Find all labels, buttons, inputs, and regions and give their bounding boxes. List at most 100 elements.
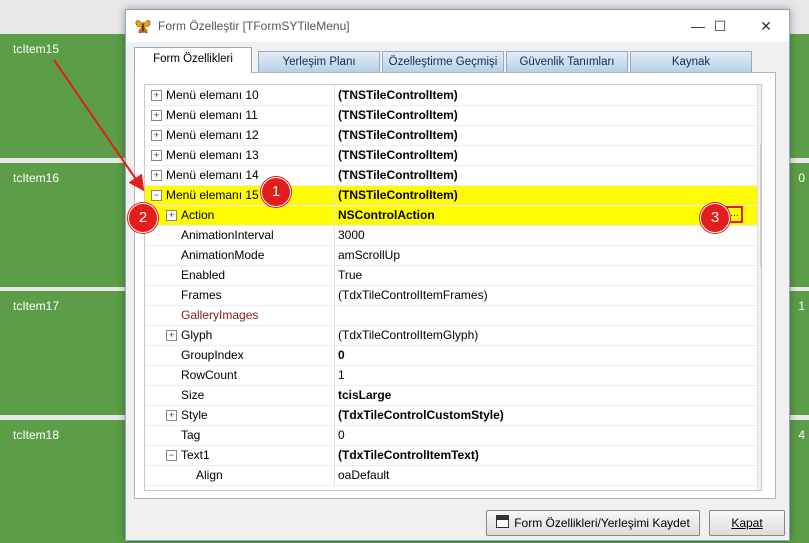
tab-form-properties[interactable]: Form Özellikleri [134, 47, 252, 73]
close-button[interactable]: Kapat [709, 510, 785, 536]
property-value[interactable]: 1 [338, 368, 345, 382]
property-name: Menü elemanı 11 [166, 108, 258, 122]
expand-icon[interactable]: + [151, 130, 162, 141]
property-row[interactable]: + Glyph (TdxTileControlItemGlyph) [145, 325, 761, 346]
property-row[interactable]: Frames (TdxTileControlItemFrames) [145, 285, 761, 306]
property-row[interactable]: Size tcisLarge [145, 385, 761, 406]
property-row[interactable]: GroupIndex 0 [145, 345, 761, 366]
property-value[interactable]: oaDefault [338, 468, 389, 482]
property-name: Action [181, 208, 215, 222]
scroll-thumb[interactable] [760, 143, 761, 267]
tab-source[interactable]: Kaynak [630, 51, 752, 72]
expand-icon[interactable]: + [151, 90, 162, 101]
column-divider [334, 465, 335, 485]
annotation-badge-2: 2 [128, 203, 158, 233]
annotation-badge-3: 3 [700, 203, 730, 233]
property-row[interactable]: Align oaDefault [145, 465, 761, 486]
tab-customization-history[interactable]: Özelleştirme Geçmişi [382, 51, 504, 72]
scroll-up-arrow-icon[interactable]: ▲ [758, 85, 761, 102]
property-name: Menü elemanı 12 [166, 128, 259, 142]
window-title: Form Özelleştir [TFormSYTileMenu] [158, 19, 350, 33]
tile-label: tcItem15 [13, 42, 60, 56]
tab-layout-plan[interactable]: Yerleşim Planı [258, 51, 380, 72]
property-value[interactable]: 3000 [338, 228, 365, 242]
column-divider [334, 245, 335, 265]
column-divider [334, 345, 335, 365]
maximize-button[interactable]: ☐ [704, 14, 736, 38]
property-value[interactable]: (TdxTileControlItemText) [338, 448, 479, 462]
property-row[interactable]: + Menü elemanı 14 (TNSTileControlItem) [145, 165, 761, 186]
property-name: GalleryImages [181, 308, 259, 322]
expand-icon[interactable]: + [166, 210, 177, 221]
property-row[interactable]: + Action NSControlAction ··· [145, 205, 761, 226]
column-divider [334, 405, 335, 425]
property-value[interactable]: (TNSTileControlItem) [338, 128, 458, 142]
property-value[interactable]: (TNSTileControlItem) [338, 148, 458, 162]
property-row[interactable]: + Menü elemanı 12 (TNSTileControlItem) [145, 125, 761, 146]
title-bar[interactable]: Form Özelleştir [TFormSYTileMenu] — ☐ ✕ [126, 10, 789, 42]
property-name: AnimationMode [181, 248, 265, 262]
property-name: Menü elemanı 10 [166, 88, 259, 102]
close-window-button[interactable]: ✕ [750, 14, 782, 38]
property-name: Align [196, 468, 223, 482]
close-button-label: Kapat [731, 516, 763, 530]
property-row[interactable]: Enabled True [145, 265, 761, 286]
expand-icon[interactable]: + [166, 410, 177, 421]
property-row[interactable]: RowCount 1 [145, 365, 761, 386]
property-name: AnimationInterval [181, 228, 274, 242]
property-grid[interactable]: Align oaDefault − Text1 (TdxTileControlItemT… [144, 84, 762, 491]
vertical-scrollbar[interactable]: ▲ ▼ [757, 85, 761, 490]
property-value[interactable]: (TNSTileControlItem) [338, 188, 458, 202]
property-name: Style [181, 408, 208, 422]
property-value[interactable]: 0 [338, 348, 345, 362]
property-name: Text1 [181, 448, 210, 462]
property-value[interactable]: (TdxTileControlItemGlyph) [338, 328, 478, 342]
property-name: Tag [181, 428, 201, 442]
property-value[interactable]: tcisLarge [338, 388, 391, 402]
form-properties-panel: Align oaDefault − Text1 (TdxTileControlItemT… [134, 72, 776, 499]
property-row[interactable]: + Menü elemanı 11 (TNSTileControlItem) [145, 105, 761, 126]
property-value[interactable]: amScrollUp [338, 248, 400, 262]
property-value[interactable]: (TdxTileControlItemFrames) [338, 288, 488, 302]
column-divider [334, 385, 335, 405]
annotation-badge-1: 1 [261, 177, 291, 207]
property-row[interactable]: GalleryImages [145, 305, 761, 326]
tab-security-definitions[interactable]: Güvenlik Tanımları [506, 51, 628, 72]
column-divider [334, 265, 335, 285]
property-row[interactable]: AnimationMode amScrollUp [145, 245, 761, 266]
column-divider [334, 445, 335, 465]
property-name: Glyph [181, 328, 213, 342]
property-name: Enabled [181, 268, 226, 282]
property-value[interactable]: True [338, 268, 362, 282]
tile-label: tcItem16 [13, 171, 60, 185]
expand-icon[interactable]: + [166, 330, 177, 341]
property-name: Size [181, 388, 205, 402]
expand-icon[interactable]: + [151, 110, 162, 121]
column-divider [334, 305, 335, 325]
property-row[interactable]: + Style (TdxTileControlCustomStyle) [145, 405, 761, 426]
property-name: Frames [181, 288, 222, 302]
property-value[interactable]: (TNSTileControlItem) [338, 168, 458, 182]
property-value[interactable]: 0 [338, 428, 345, 442]
column-divider [334, 285, 335, 305]
property-name: GroupIndex [181, 348, 244, 362]
column-divider [334, 85, 335, 105]
property-row[interactable]: − Text1 (TdxTileControlItemText) [145, 445, 761, 466]
property-value[interactable]: (TdxTileControlCustomStyle) [338, 408, 504, 422]
property-row[interactable]: Tag 0 [145, 425, 761, 446]
property-value[interactable]: (TNSTileControlItem) [338, 88, 458, 102]
property-name: Menü elemanı 15 [166, 188, 259, 202]
property-row[interactable]: + Menü elemanı 10 (TNSTileControlItem) [145, 85, 761, 106]
collapse-icon[interactable]: − [151, 190, 162, 201]
property-name: Menü elemanı 13 [166, 148, 259, 162]
expand-icon[interactable]: + [151, 170, 162, 181]
property-row[interactable]: AnimationInterval 3000 [145, 225, 761, 246]
collapse-icon[interactable]: − [166, 450, 177, 461]
property-row[interactable]: − Menü elemanı 15 (TNSTileControlItem) [145, 185, 761, 206]
save-form-properties-button[interactable]: Form Özellikleri/Yerleşimi Kaydet [486, 510, 700, 536]
property-value[interactable]: NSControlAction [338, 208, 435, 222]
scroll-down-arrow-icon[interactable]: ▼ [758, 473, 761, 490]
property-value[interactable]: (TNSTileControlItem) [338, 108, 458, 122]
expand-icon[interactable]: + [151, 150, 162, 161]
property-row[interactable]: + Menü elemanı 13 (TNSTileControlItem) [145, 145, 761, 166]
